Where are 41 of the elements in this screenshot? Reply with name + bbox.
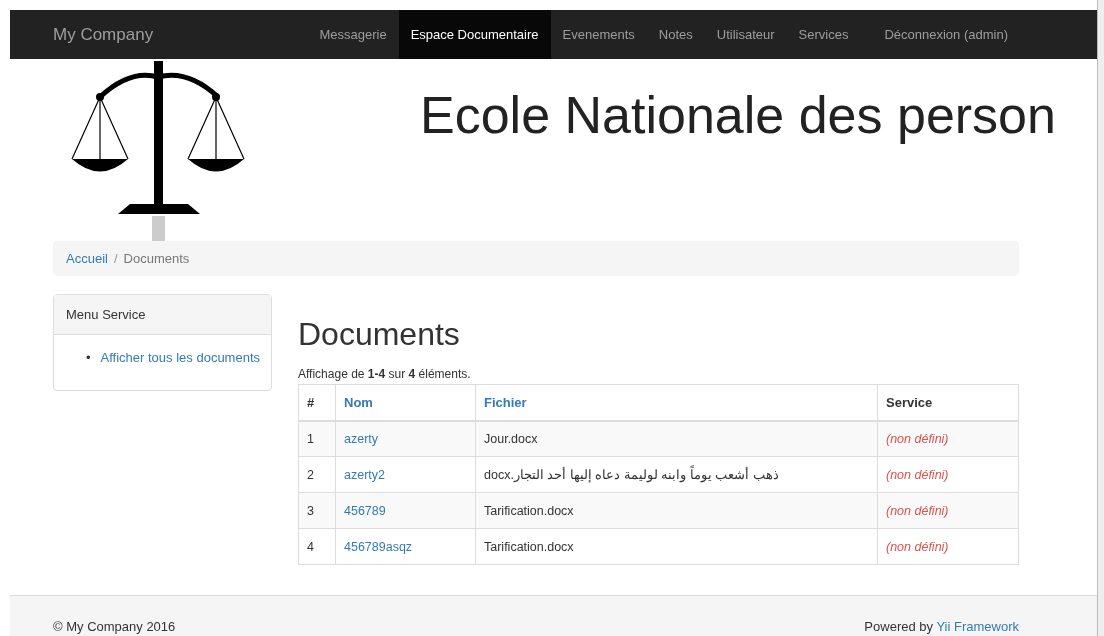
- table-cell: (non défini): [877, 420, 1019, 457]
- panel-title: Menu Service: [66, 307, 146, 322]
- table-cell: 3: [298, 492, 336, 529]
- nav-link[interactable]: Espace Documentaire: [398, 10, 551, 59]
- table-cell: (non défini): [877, 492, 1019, 529]
- name-link[interactable]: azerty: [335, 420, 476, 457]
- nav-link[interactable]: Notes: [646, 10, 705, 59]
- breadcrumb-separator: /: [113, 251, 118, 266]
- table-cell: 1: [298, 420, 336, 457]
- sort-link[interactable]: Fichier: [475, 384, 878, 421]
- scrollbar[interactable]: [1097, 0, 1104, 636]
- column-header: Service: [877, 384, 1019, 421]
- table-cell: ذهب أشعب يوماً وابنه لوليمة دعاه إليها أحد التجار.docx: [475, 456, 878, 493]
- table-cell: Jour.docx: [475, 420, 878, 457]
- name-link[interactable]: 456789asqz: [335, 528, 476, 565]
- copyright-text: © My Company 2016: [53, 619, 176, 634]
- breadcrumb-link[interactable]: Accueil: [66, 251, 108, 266]
- bullet: •: [86, 350, 91, 365]
- breadcrumb-current: Documents: [123, 251, 190, 266]
- brand-link[interactable]: My Company: [53, 10, 154, 59]
- column-header: #: [298, 384, 336, 421]
- nav-link[interactable]: Utilisateur: [704, 10, 787, 59]
- table-cell: Tarification.docx: [475, 528, 878, 565]
- nav-link[interactable]: Messagerie: [307, 10, 399, 59]
- name-link[interactable]: azerty2: [335, 456, 476, 493]
- school-title: Ecole Nationale des person: [420, 85, 1056, 145]
- table-cell: Tarification.docx: [475, 492, 878, 529]
- table-cell: (non défini): [877, 528, 1019, 565]
- page-heading: Documents: [298, 316, 461, 353]
- name-link[interactable]: 456789: [335, 492, 476, 529]
- nav-link[interactable]: Evenements: [550, 10, 647, 59]
- nav-link[interactable]: Services: [786, 10, 861, 59]
- table-cell: 2: [298, 456, 336, 493]
- table-cell: (non défini): [877, 456, 1019, 493]
- sidebar-link[interactable]: Afficher tous les documents: [100, 350, 260, 365]
- powered-text: Powered by Yii Framework: [864, 619, 1019, 634]
- sort-link[interactable]: Nom: [335, 384, 476, 421]
- table-cell: 4: [298, 528, 336, 565]
- summary-text: Affichage de 1-4 sur 4 éléments.: [298, 367, 472, 381]
- logout-link[interactable]: Déconnexion (admin): [872, 10, 1020, 59]
- framework-link[interactable]: Yii Framework: [936, 619, 1019, 634]
